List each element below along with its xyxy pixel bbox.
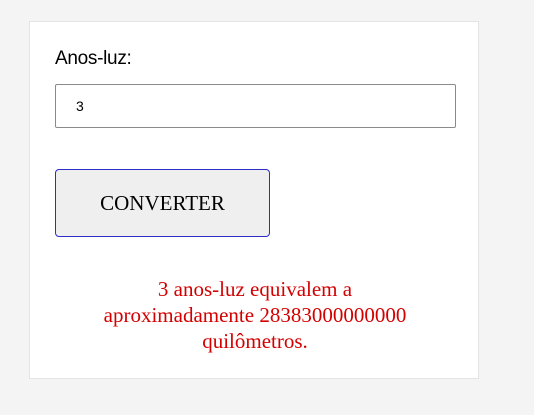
converter-card: Anos-luz: CONVERTER 3 anos-luz equivalem… — [29, 21, 479, 379]
result-text: 3 anos-luz equivalem a aproximadamente 2… — [30, 276, 480, 354]
result-line-3: quilômetros. — [202, 329, 308, 353]
result-line-1: 3 anos-luz equivalem a — [157, 277, 353, 301]
light-years-input[interactable] — [55, 84, 456, 128]
light-years-label: Anos-luz: — [55, 48, 132, 69]
result-line-2: aproximadamente 28383000000000 — [103, 303, 407, 327]
convert-button[interactable]: CONVERTER — [55, 169, 270, 237]
